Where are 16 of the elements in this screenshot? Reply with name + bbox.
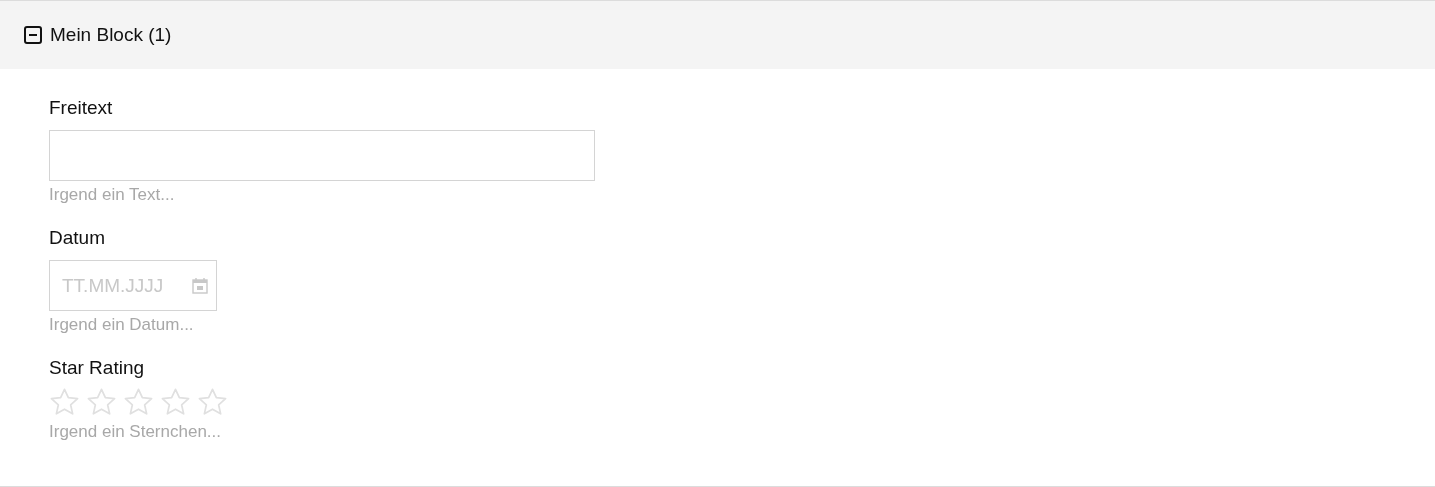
field-hint: Irgend ein Sternchen... (49, 421, 222, 443)
field-hint: Irgend ein Datum... (49, 314, 195, 336)
text-field[interactable] (49, 130, 595, 181)
collapse-icon[interactable] (24, 26, 42, 44)
field-label: Star Rating (49, 356, 146, 380)
field-hint: Irgend ein Text... (49, 184, 176, 206)
star-icon[interactable] (196, 386, 229, 418)
block-header[interactable]: Mein Block (1) (0, 1, 1435, 69)
star-icon[interactable] (122, 386, 155, 418)
block-title: Mein Block (1) (50, 22, 172, 47)
field-label: Datum (49, 226, 106, 250)
star-icon[interactable] (159, 386, 192, 418)
star-icon[interactable] (48, 386, 81, 418)
calendar-icon[interactable] (192, 277, 208, 294)
star-icon[interactable] (85, 386, 118, 418)
field-label: Freitext (49, 96, 114, 120)
